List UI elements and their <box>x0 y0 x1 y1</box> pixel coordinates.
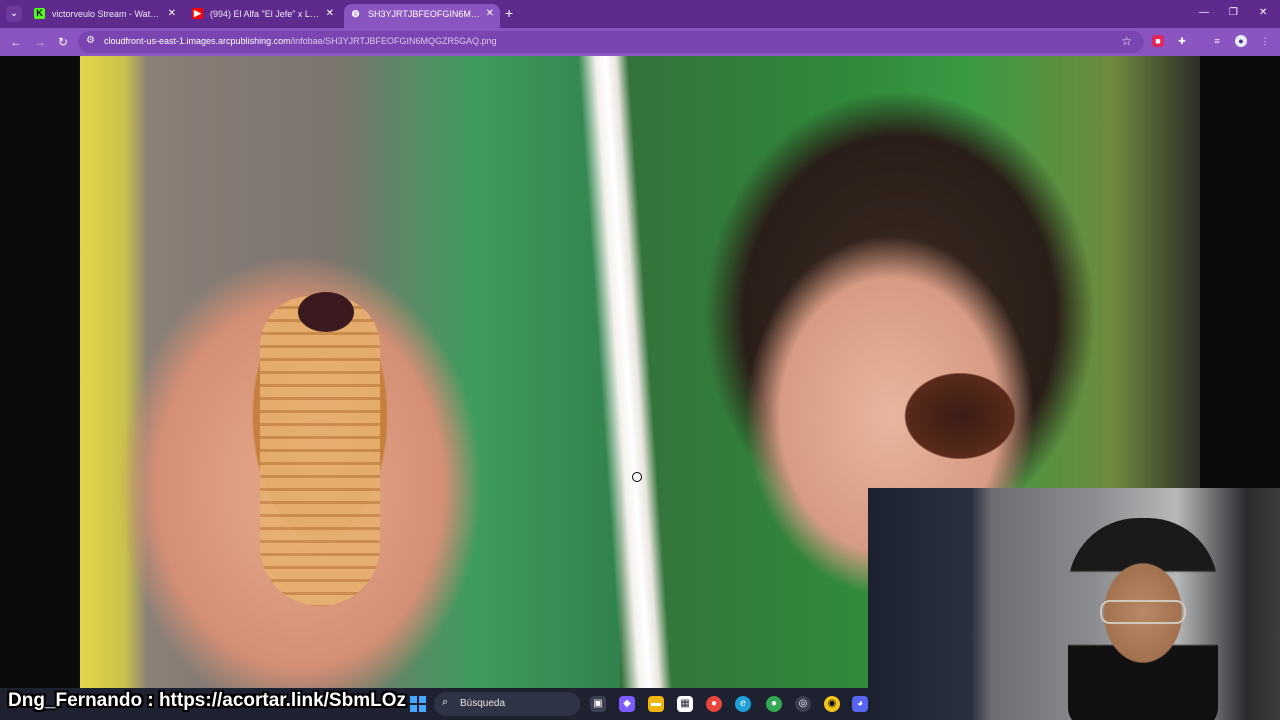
tab-search-dropdown-icon[interactable]: ⌄ <box>6 6 22 22</box>
copilot-icon[interactable]: ◆ <box>619 696 635 712</box>
new-tab-button[interactable]: + <box>505 5 513 21</box>
restore-icon[interactable]: ❐ <box>1229 7 1238 18</box>
grub-head <box>298 292 354 332</box>
chrome-profile-icon[interactable]: ● <box>766 696 782 712</box>
minimize-icon[interactable]: — <box>1199 7 1209 18</box>
streamer-webcam <box>868 488 1280 720</box>
globe-icon: ◍ <box>351 8 360 18</box>
close-window-icon[interactable]: ✕ <box>1259 7 1267 18</box>
tab-title: SH3YJRTJBFEOFGIN6MQGZR5 <box>368 9 480 19</box>
discord-icon[interactable]: ◕ <box>852 696 868 712</box>
grub-larva <box>260 296 380 606</box>
zoom-cursor-icon <box>632 472 642 482</box>
tab-strip: ⌄ K victorveulo Stream - Watch Live ✕ ▶ … <box>0 0 1280 28</box>
url-path: /infobae/SH3YJRTJBFEOFGIN6MQGZR5GAQ.png <box>290 36 497 46</box>
extension-icon[interactable]: ■ <box>1152 35 1164 47</box>
tab-kick-stream[interactable]: K victorveulo Stream - Watch Live ✕ <box>28 4 182 28</box>
file-explorer-icon[interactable]: ▬ <box>648 696 664 712</box>
youtube-icon: ▶ <box>192 8 203 19</box>
tab-title: victorveulo Stream - Watch Live <box>52 9 162 19</box>
menu-kebab-icon[interactable]: ⋮ <box>1259 35 1271 47</box>
tab-youtube[interactable]: ▶ (994) El Alfa "El Jefe" x Lil Pump ✕ <box>186 4 340 28</box>
back-icon[interactable]: ← <box>10 34 22 50</box>
forward-icon[interactable]: → <box>34 34 46 50</box>
steam-icon[interactable]: ◎ <box>795 696 811 712</box>
media-control-icon[interactable]: ≡ <box>1211 35 1223 47</box>
stream-caption: Dng_Fernando : https://acortar.link/SbmL… <box>8 690 406 711</box>
extensions-puzzle-icon[interactable]: ✚ <box>1176 35 1188 47</box>
reload-icon[interactable]: ↻ <box>58 34 68 50</box>
app-icon[interactable]: ◉ <box>824 696 840 712</box>
windows-start-icon[interactable] <box>410 696 426 712</box>
tab-title: (994) El Alfa "El Jefe" x Lil Pump <box>210 9 320 19</box>
profile-avatar[interactable]: ● <box>1235 35 1247 47</box>
edge-icon[interactable]: e <box>735 696 751 712</box>
streamer-glasses <box>1100 600 1186 624</box>
tab-image[interactable]: ◍ SH3YJRTJBFEOFGIN6MQGZR5 ✕ <box>344 4 500 28</box>
close-tab-icon[interactable]: ✕ <box>486 4 494 24</box>
site-info-icon[interactable]: ⚙ <box>86 35 98 47</box>
search-icon: ⌕ <box>442 696 449 708</box>
close-tab-icon[interactable]: ✕ <box>326 4 334 24</box>
search-label: Búsqueda <box>460 698 506 709</box>
task-view-icon[interactable]: ▣ <box>590 696 606 712</box>
url-text: cloudfront-us-east-1.images.arcpublishin… <box>104 36 497 46</box>
browser-toolbar: ← → ↻ ⚙ cloudfront-us-east-1.images.arcp… <box>0 28 1280 56</box>
bookmark-star-icon[interactable]: ☆ <box>1121 34 1132 48</box>
store-icon[interactable]: ▦ <box>677 696 693 712</box>
url-host: cloudfront-us-east-1.images.arcpublishin… <box>104 36 291 46</box>
taskbar-search[interactable]: ⌕ Búsqueda <box>434 692 580 716</box>
chrome-icon[interactable]: ● <box>706 696 722 712</box>
kick-icon: K <box>34 8 45 19</box>
close-tab-icon[interactable]: ✕ <box>168 4 176 24</box>
address-bar[interactable]: ⚙ cloudfront-us-east-1.images.arcpublish… <box>78 31 1144 53</box>
